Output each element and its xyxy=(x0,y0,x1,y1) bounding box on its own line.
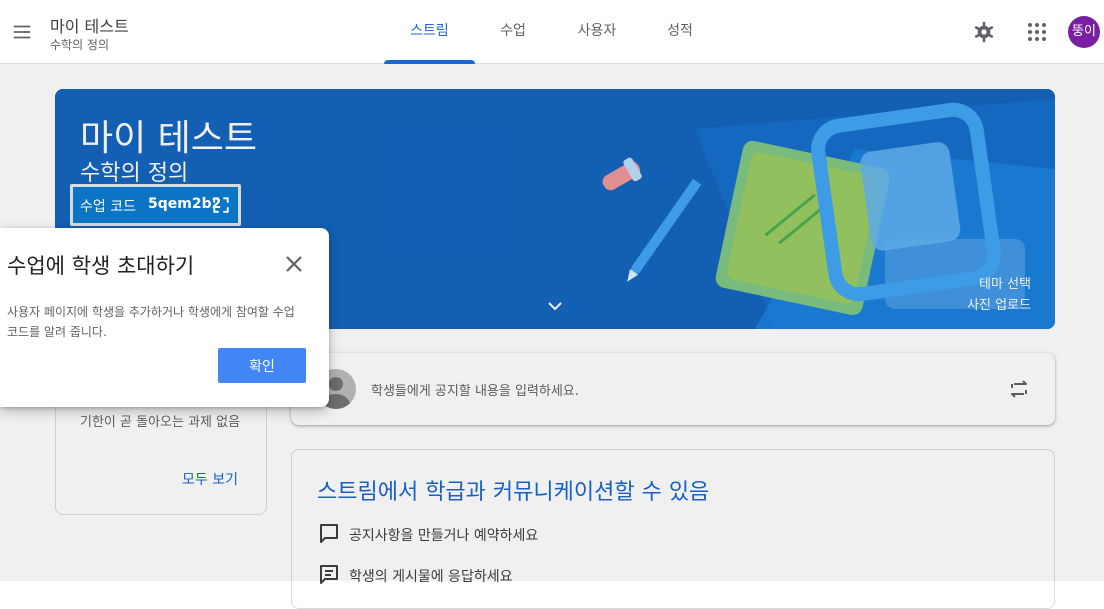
announce-box[interactable]: 학생들에게 공지할 내용을 입력하세요. xyxy=(291,353,1055,425)
popup-title: 수업에 학생 초대하기 xyxy=(7,254,195,278)
top-app-bar: 마이 테스트 수학의 정의 스트림 수업 사용자 성적 뚱이 xyxy=(0,0,1104,64)
tab-stream[interactable]: 스트림 xyxy=(384,0,475,64)
close-icon[interactable] xyxy=(282,252,306,276)
stream-info-title: 스트림에서 학급과 커뮤니케이션할 수 있음 xyxy=(317,480,710,505)
view-all-link[interactable]: 모두 보기 xyxy=(182,469,238,489)
popup-body: 사용자 페이지에 학생을 추가하거나 학생에게 참여할 수업 코드를 알려 줍니… xyxy=(7,305,295,339)
feedback-icon xyxy=(320,565,338,584)
stream-info-card: 스트림에서 학급과 커뮤니케이션할 수 있음 공지사항을 만들거나 예약하세요 … xyxy=(291,449,1055,609)
upload-photo-link[interactable]: 사진 업로드 xyxy=(967,294,1031,313)
tab-classwork[interactable]: 수업 xyxy=(482,0,544,64)
banner-class-section: 수학의 정의 xyxy=(80,161,189,186)
select-theme-link[interactable]: 테마 선택 xyxy=(979,273,1031,292)
apps-grid-icon[interactable] xyxy=(1025,20,1049,44)
chevron-down-icon[interactable] xyxy=(543,294,567,318)
banner-class-title: 마이 테스트 xyxy=(80,118,258,159)
class-code-chip[interactable]: 수업 코드 5qem2b2 xyxy=(70,184,241,226)
class-title[interactable]: 마이 테스트 xyxy=(50,13,129,37)
fullscreen-icon[interactable] xyxy=(212,196,230,214)
account-avatar[interactable]: 뚱이 xyxy=(1068,16,1100,48)
ok-button[interactable]: 확인 xyxy=(218,348,306,383)
info-item-label: 공지사항을 만들거나 예약하세요 xyxy=(349,528,539,544)
menu-icon[interactable] xyxy=(11,21,33,43)
class-section: 수학의 정의 xyxy=(50,38,110,52)
tab-people[interactable]: 사용자 xyxy=(562,0,632,64)
class-code-value: 5qem2b2 xyxy=(148,196,222,212)
announce-placeholder[interactable]: 학생들에게 공지할 내용을 입력하세요. xyxy=(371,380,579,399)
comment-icon xyxy=(320,524,338,543)
tab-grades[interactable]: 성적 xyxy=(650,0,710,64)
gear-icon[interactable] xyxy=(972,20,996,44)
repost-icon[interactable] xyxy=(1007,377,1031,401)
class-code-label: 수업 코드 xyxy=(80,199,136,215)
invite-students-popup: 수업에 학생 초대하기 사용자 페이지에 학생을 추가하거나 학생에게 참여할 … xyxy=(0,228,329,407)
info-item-label: 학생의 게시물에 응답하세요 xyxy=(349,569,513,585)
upcoming-empty-text: 기한이 곧 돌아오는 과제 없음 xyxy=(80,415,241,430)
